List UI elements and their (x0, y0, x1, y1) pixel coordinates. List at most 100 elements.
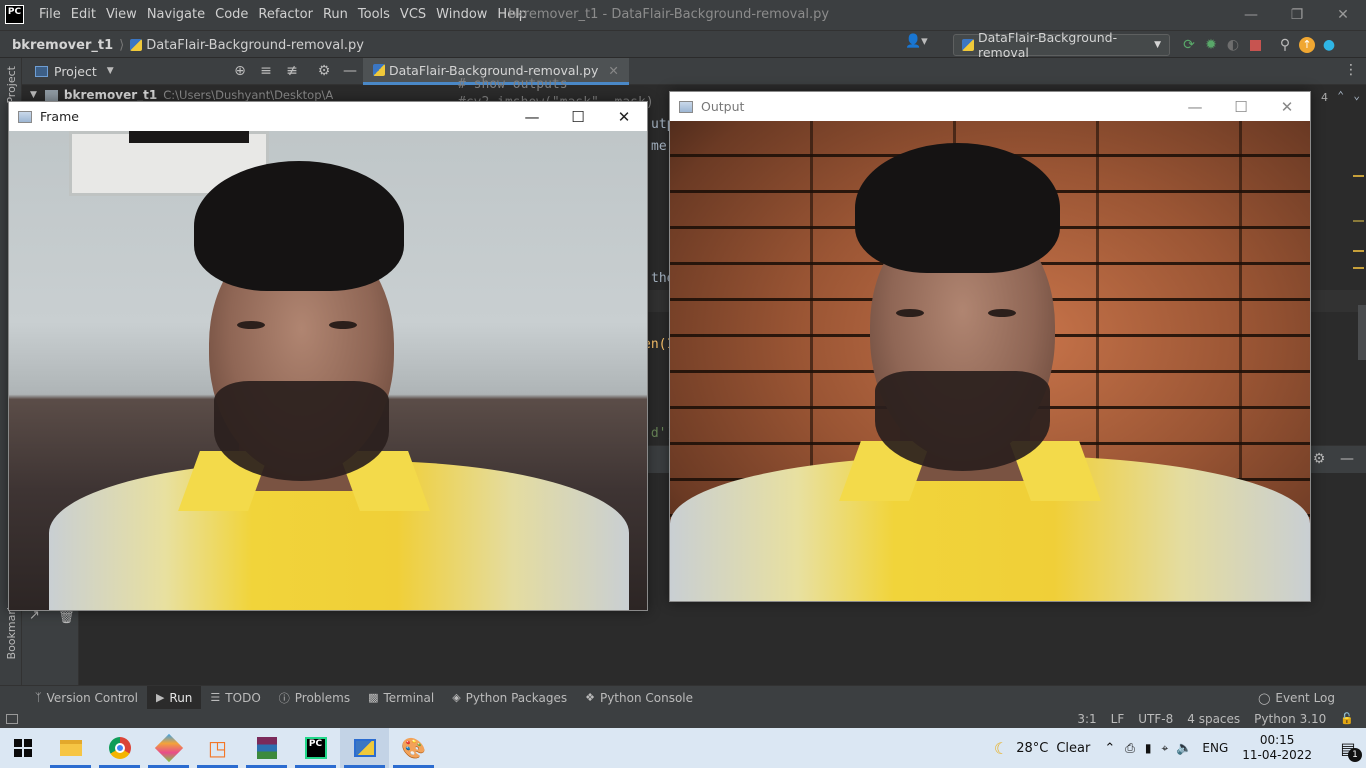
breadcrumb-file[interactable]: DataFlair-Background-removal.py (146, 38, 364, 53)
system-tray: ☾ 28°C Clear ⌃ ⎙ ▮ ⌖ 🔈 ENG 00:15 11-04-2… (994, 728, 1366, 768)
terminal-button[interactable]: ▩ Terminal (359, 686, 443, 710)
chrome-icon[interactable] (95, 728, 144, 768)
clock[interactable]: 00:15 11-04-2022 (1242, 733, 1312, 763)
lock-icon[interactable]: 🔓 (1340, 712, 1354, 725)
gear-icon[interactable]: ⚙ (1308, 448, 1330, 470)
jetbrains-space-icon[interactable]: ● (1318, 34, 1340, 56)
python-packages-button[interactable]: ◈ Python Packages (443, 686, 576, 710)
todo-button[interactable]: ☰ TODO (201, 686, 269, 710)
warning-marker[interactable] (1353, 175, 1364, 177)
code-line: # show outputs (458, 77, 568, 92)
weather-condition[interactable]: Clear (1056, 741, 1090, 756)
winrar-icon[interactable] (242, 728, 291, 768)
close-button[interactable]: ✕ (601, 102, 647, 131)
wifi-icon[interactable]: ⌖ (1161, 741, 1168, 756)
paint-3d-icon[interactable] (144, 728, 193, 768)
pycharm-logo-icon: PC (5, 5, 24, 24)
expand-all-icon[interactable]: ≡ (255, 60, 277, 82)
trash-icon[interactable]: 🗑 (58, 610, 75, 625)
menu-window[interactable]: Window (431, 0, 492, 30)
menu-file[interactable]: File (34, 0, 66, 30)
more-tabs-icon[interactable]: ⋮ (1344, 62, 1358, 78)
menu-code[interactable]: Code (210, 0, 253, 30)
problems-button[interactable]: ⓘ Problems (270, 686, 359, 710)
meet-now-icon[interactable]: ⎙ (1125, 741, 1135, 756)
restore-button[interactable]: ❐ (1274, 0, 1320, 30)
event-log-button[interactable]: ◯ Event Log (1249, 686, 1344, 710)
language-indicator[interactable]: ENG (1202, 741, 1228, 755)
file-encoding[interactable]: UTF-8 (1138, 712, 1173, 726)
chevron-up-icon[interactable]: ⌃ (1104, 741, 1115, 756)
python-window-icon[interactable] (340, 728, 389, 768)
minimize-button[interactable]: — (1228, 0, 1274, 30)
update-icon[interactable]: ↑ (1296, 34, 1318, 56)
chevron-down-icon[interactable]: ▼ (30, 90, 37, 100)
indent-setting[interactable]: 4 spaces (1187, 712, 1240, 726)
close-tab-icon[interactable]: ✕ (608, 63, 618, 78)
hide-icon[interactable]: — (339, 60, 361, 82)
chevron-right-icon: ⟩ (119, 37, 125, 53)
caret-position[interactable]: 3:1 (1077, 712, 1096, 726)
menu-tools[interactable]: Tools (353, 0, 395, 30)
warning-marker[interactable] (1353, 250, 1364, 252)
tool-button-label: Run (169, 690, 193, 705)
version-control-button[interactable]: ᛉ Version Control (26, 686, 147, 710)
locate-icon[interactable]: ⊕ (229, 60, 251, 82)
maximize-button[interactable]: ☐ (1218, 92, 1264, 121)
windows-start-icon[interactable] (0, 728, 46, 768)
minimize-button[interactable]: — (509, 102, 555, 131)
person-eye (237, 321, 265, 329)
hide-icon[interactable]: — (1336, 448, 1358, 470)
user-menu[interactable]: 👤▾ (905, 34, 928, 49)
rerun-icon[interactable]: ⟳ (1178, 34, 1200, 56)
editor-scrollbar[interactable] (1358, 305, 1366, 360)
project-panel-title[interactable]: Project (54, 64, 97, 79)
search-icon[interactable]: ⚲ (1274, 34, 1296, 56)
volume-icon[interactable]: 🔈 (1176, 741, 1192, 756)
battery-icon[interactable]: ▮ (1145, 741, 1152, 755)
gear-icon[interactable]: ⚙ (313, 60, 335, 82)
collapse-all-icon[interactable]: ≢ (281, 60, 303, 82)
toggle-tool-windows-icon[interactable] (6, 713, 18, 724)
menu-run[interactable]: Run (318, 0, 353, 30)
background-object (129, 131, 249, 143)
coverage-icon[interactable]: ◐ (1222, 34, 1244, 56)
python-interpreter[interactable]: Python 3.10 (1254, 712, 1326, 726)
menu-edit[interactable]: Edit (66, 0, 101, 30)
jupyter-icon[interactable]: ◳ (193, 728, 242, 768)
python-console-icon: ❖ (585, 691, 595, 704)
warning-marker[interactable] (1353, 267, 1364, 269)
run-config-selector[interactable]: DataFlair-Background-removal ▼ (953, 30, 1170, 60)
line-separator[interactable]: LF (1111, 712, 1125, 726)
pycharm-taskbar-icon[interactable]: PC (291, 728, 340, 768)
python-console-button[interactable]: ❖ Python Console (576, 686, 702, 710)
menu-refactor[interactable]: Refactor (253, 0, 318, 30)
chevron-up-icon[interactable]: ⌃ (1337, 89, 1344, 102)
stop-icon[interactable] (1244, 34, 1266, 56)
menu-view[interactable]: View (101, 0, 142, 30)
breadcrumb-project[interactable]: bkremover_t1 (12, 38, 113, 53)
app-window-icon (18, 110, 32, 123)
chevron-down-icon[interactable]: ▼ (107, 66, 114, 76)
moon-weather-icon[interactable]: ☾ (994, 739, 1008, 758)
tool-button-label: Python Console (599, 690, 693, 705)
run-button[interactable]: ▶ Run (146, 685, 202, 710)
person-eye (329, 321, 357, 329)
weather-temperature[interactable]: 28°C (1016, 741, 1048, 756)
close-button[interactable]: ✕ (1320, 0, 1366, 30)
debug-icon[interactable]: ✹ (1200, 34, 1222, 56)
close-button[interactable]: ✕ (1264, 92, 1310, 121)
chevron-down-icon[interactable]: ⌄ (1353, 89, 1360, 102)
maximize-button[interactable]: ☐ (555, 102, 601, 131)
notification-center-button[interactable]: ▤ 1 (1330, 728, 1366, 768)
tool-window-buttons: ᛉ Version Control ▶ Run ☰ TODO ⓘ Problems ▩ T… (26, 685, 702, 710)
run-config-label: DataFlair-Background-removal (978, 30, 1118, 60)
menu-vcs[interactable]: VCS (395, 0, 431, 30)
paint-icon[interactable]: 🎨 (389, 728, 438, 768)
tree-root-name[interactable]: bkremover_t1 (64, 88, 157, 102)
problems-counter[interactable]: 4 (1321, 91, 1328, 104)
minimize-button[interactable]: — (1172, 92, 1218, 121)
warning-marker[interactable] (1353, 220, 1364, 222)
menu-navigate[interactable]: Navigate (142, 0, 210, 30)
file-explorer-icon[interactable] (46, 728, 95, 768)
